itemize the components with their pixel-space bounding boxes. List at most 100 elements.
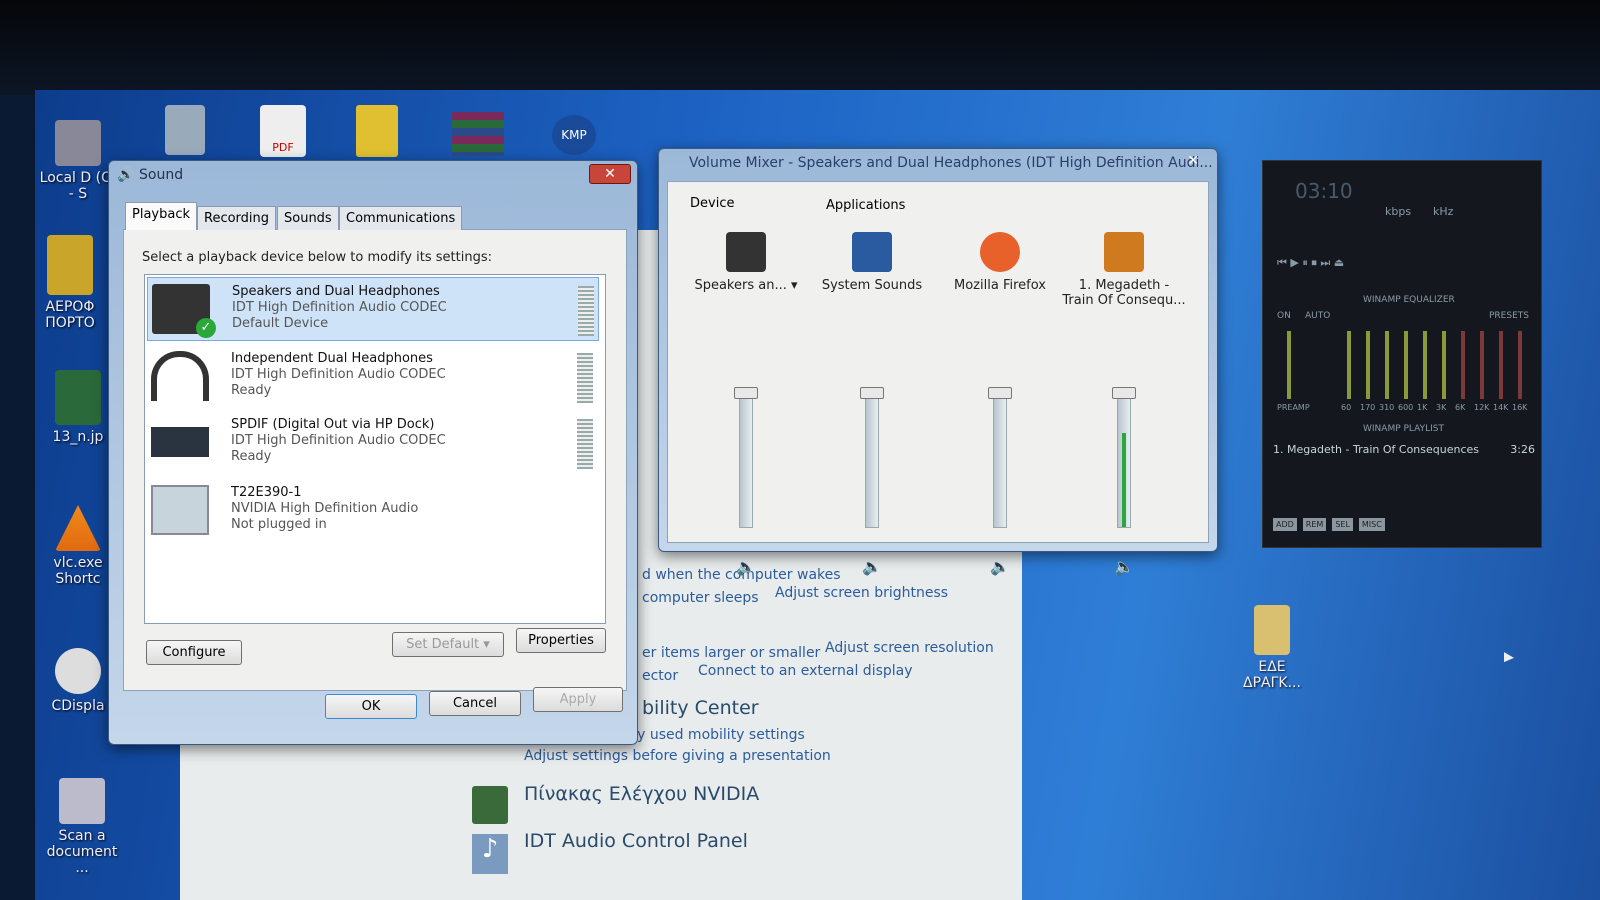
device-item-headphones[interactable]: Independent Dual Headphones IDT High Defi… — [147, 345, 599, 409]
preamp-slider[interactable] — [1287, 331, 1291, 399]
device-item-speakers[interactable]: ✓ Speakers and Dual Headphones IDT High De… — [147, 277, 599, 341]
mute-speaker-icon[interactable]: 🔈 — [990, 557, 1010, 576]
link-items-size[interactable]: er items larger or smaller — [642, 645, 820, 661]
volume-slider[interactable] — [988, 387, 1012, 528]
slider-thumb[interactable] — [1112, 387, 1136, 399]
play-button[interactable]: ▶ — [1290, 256, 1298, 269]
eject-button[interactable]: ⏏ — [1334, 256, 1344, 269]
previous-button[interactable]: ⏮ — [1277, 256, 1287, 269]
equalizer-title: WINAMP EQUALIZER — [1363, 295, 1455, 305]
channel-label: Mozilla Firefox — [954, 278, 1046, 293]
eq-band-1K[interactable] — [1423, 331, 1427, 399]
channel-label: System Sounds — [821, 278, 923, 293]
music-note-icon: ♪ — [472, 834, 508, 874]
mute-speaker-icon[interactable]: 🔈 — [1114, 557, 1134, 576]
device-item-spdif[interactable]: SPDIF (Digital Out via HP Dock) IDT High … — [147, 411, 599, 475]
eq-band-6K[interactable] — [1461, 331, 1465, 399]
icon-label: ΑΕΡΟΦ ΠΟΡΤΟ — [45, 299, 95, 331]
level-meter — [577, 419, 593, 469]
device-driver: IDT High Definition Audio CODEC — [231, 433, 446, 448]
playlist-sel-button[interactable]: SEL — [1332, 518, 1353, 531]
tab-recording[interactable]: Recording — [197, 206, 277, 230]
next-button[interactable]: ⏭ — [1320, 256, 1330, 269]
close-button[interactable]: ✕ — [589, 164, 631, 184]
link-adjust-resolution[interactable]: Adjust screen resolution — [825, 640, 994, 656]
khz-label: kHz — [1433, 205, 1454, 218]
pdf-icon[interactable]: PDF — [260, 105, 306, 157]
kmp-icon[interactable]: KMP — [552, 115, 596, 155]
set-default-button[interactable]: Set Default ▾ — [392, 632, 504, 657]
eq-band-12K[interactable] — [1480, 331, 1484, 399]
slider-thumb[interactable] — [734, 387, 758, 399]
link-external-display[interactable]: Connect to an external display — [698, 663, 913, 679]
playlist-misc-button[interactable]: MISC — [1358, 518, 1385, 531]
mute-speaker-icon[interactable]: 🔈 — [736, 557, 756, 576]
desktop-icon-local-disk[interactable]: Local D (C) - S — [38, 120, 118, 202]
desktop-icon-folder[interactable]: ΑΕΡΟΦ ΠΟΡΤΟ — [30, 235, 110, 331]
volume-slider[interactable] — [734, 387, 758, 528]
eq-auto-button[interactable]: AUTO — [1305, 311, 1330, 321]
recycle-bin-icon[interactable] — [165, 105, 205, 155]
playlist-rem-button[interactable]: REM — [1302, 518, 1327, 531]
desktop-icon-vlc[interactable]: vlc.exe Shortc — [38, 505, 118, 587]
apply-button[interactable]: Apply — [533, 687, 623, 712]
mute-speaker-icon[interactable]: 🔈 — [862, 557, 882, 576]
playlist-add-button[interactable]: ADD — [1273, 518, 1297, 531]
properties-button[interactable]: Properties — [516, 628, 606, 653]
speaker-device-icon — [726, 232, 766, 272]
eq-band-label: 600 — [1398, 403, 1414, 412]
link-sleep[interactable]: computer sleeps — [642, 590, 759, 606]
eq-band-310[interactable] — [1385, 331, 1389, 399]
icon-label: CDispla — [51, 698, 105, 714]
eq-band-label: 12K — [1474, 403, 1490, 412]
ok-button[interactable]: OK — [325, 694, 417, 719]
mixer-channel: Speakers an... ▾ 🔈 — [684, 222, 808, 576]
eq-band-14K[interactable] — [1499, 331, 1503, 399]
volume-slider[interactable] — [1112, 387, 1136, 528]
configure-button[interactable]: Configure — [146, 640, 242, 665]
slider-thumb[interactable] — [860, 387, 884, 399]
stop-button[interactable]: ⏹ — [1311, 256, 1317, 269]
playlist-item[interactable]: 1. Megadeth - Train Of Consequences 3:26 — [1273, 443, 1535, 456]
close-icon[interactable]: ✕ — [1187, 153, 1199, 169]
icon-label: Scan a document ... — [46, 828, 118, 876]
eq-band-3K[interactable] — [1442, 331, 1446, 399]
pause-button[interactable]: ⏸ — [1302, 256, 1308, 269]
idt-audio-control-panel-link[interactable]: IDT Audio Control Panel — [524, 830, 748, 852]
winamp-player: 03:10 kbps kHz ⏮ ▶ ⏸ ⏹ ⏭ ⏏ WINAMP EQUALI… — [1262, 160, 1542, 548]
channel-label[interactable]: Speakers an... ▾ — [684, 278, 808, 293]
winrar-icon[interactable] — [452, 112, 504, 156]
title-bar[interactable]: 🔊 Sound ✕ — [109, 161, 637, 189]
track-duration: 3:26 — [1510, 443, 1535, 456]
title-bar[interactable]: Volume Mixer - Speakers and Dual Headpho… — [659, 149, 1217, 177]
tab-sounds[interactable]: Sounds — [277, 206, 339, 230]
link-adjust-brightness[interactable]: Adjust screen brightness — [775, 585, 948, 601]
device-driver: IDT High Definition Audio CODEC — [232, 300, 447, 315]
device-status: Default Device — [232, 316, 329, 331]
folder-archive-icon[interactable] — [356, 105, 398, 157]
tab-playback[interactable]: Playback — [125, 202, 198, 230]
dialog-title: Sound — [139, 167, 184, 183]
desktop-icon-cdisplay[interactable]: CDispla — [38, 648, 118, 714]
peak-meter — [1122, 433, 1126, 527]
eq-band-16K[interactable] — [1518, 331, 1522, 399]
cancel-button[interactable]: Cancel — [429, 691, 521, 716]
volume-slider[interactable] — [860, 387, 884, 528]
link-projector[interactable]: ector — [642, 668, 678, 684]
nvidia-control-panel-link[interactable]: Πίνακας Ελέγχου NVIDIA — [524, 783, 759, 805]
device-list[interactable]: ✓ Speakers and Dual Headphones IDT High De… — [144, 274, 606, 624]
mixer-panel: Device Applications Speakers an... ▾ 🔈 S… — [667, 181, 1209, 576]
eq-on-button[interactable]: ON — [1277, 311, 1291, 321]
link-presentation[interactable]: Adjust settings before giving a presenta… — [524, 748, 831, 764]
desktop-icon-scan[interactable]: Scan a document ... — [42, 778, 122, 876]
device-item-monitor[interactable]: T22E390-1 NVIDIA High Definition Audio Not… — [147, 479, 599, 543]
eq-band-170[interactable] — [1366, 331, 1370, 399]
mobility-center-heading[interactable]: bility Center — [642, 697, 759, 719]
tab-communications[interactable]: Communications — [339, 206, 463, 230]
eq-band-600[interactable] — [1404, 331, 1408, 399]
presets-button[interactable]: PRESETS — [1489, 311, 1529, 321]
eq-band-60[interactable] — [1347, 331, 1351, 399]
slider-thumb[interactable] — [988, 387, 1012, 399]
desktop-icon-image[interactable]: 13_n.jp — [38, 370, 118, 445]
desktop-icon-folder-2[interactable]: ΕΔΕ ΔΡΑΓΚ... — [1232, 605, 1312, 691]
